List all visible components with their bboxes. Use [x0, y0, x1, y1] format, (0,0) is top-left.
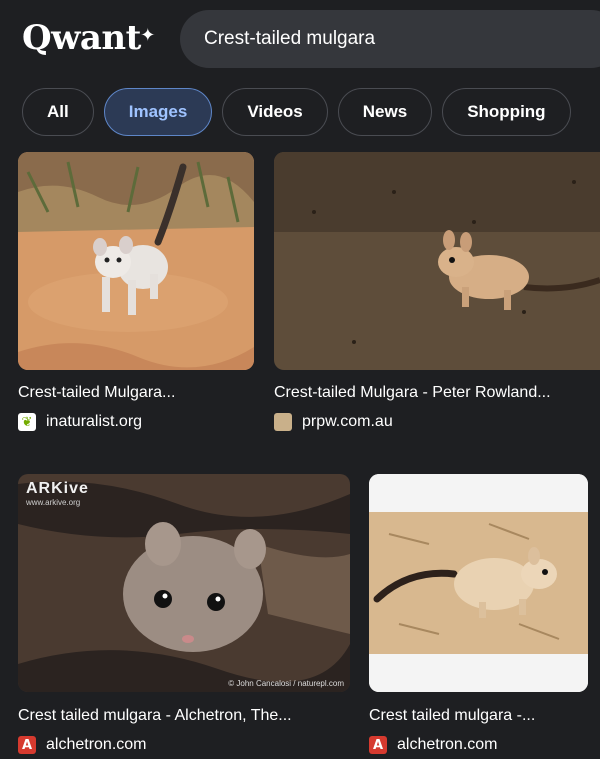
- result-source-3[interactable]: A alchetron.com: [18, 736, 147, 754]
- source-domain: alchetron.com: [46, 736, 147, 753]
- prpw-photo-icon: [274, 413, 292, 431]
- result-title-3[interactable]: Crest tailed mulgara - Alchetron, The...: [18, 707, 292, 725]
- result-source-1[interactable]: ❦ inaturalist.org: [18, 413, 142, 431]
- result-source-4[interactable]: A alchetron.com: [369, 736, 498, 754]
- result-title-1[interactable]: Crest-tailed Mulgara...: [18, 384, 175, 402]
- logo-text: Qwant: [22, 18, 141, 58]
- tab-label: Images: [128, 102, 188, 121]
- search-tabs: All Images Videos News Shopping: [22, 88, 571, 136]
- tab-images[interactable]: Images: [103, 88, 213, 136]
- image-result-3[interactable]: ARKive www.arkive.org © John Cancalosi /…: [18, 474, 350, 692]
- tab-videos[interactable]: Videos: [222, 88, 328, 136]
- sparkle-icon: ✦: [140, 25, 155, 46]
- search-query: Crest-tailed mulgara: [204, 28, 376, 49]
- tab-label: All: [47, 102, 69, 121]
- mulgara-sand-image: [369, 474, 588, 692]
- source-domain: alchetron.com: [397, 736, 498, 753]
- alchetron-a-icon: A: [369, 736, 387, 754]
- arkive-watermark: ARKive: [26, 480, 89, 497]
- image-result-2[interactable]: [274, 152, 600, 370]
- mulgara-on-sand-image: [18, 152, 254, 370]
- result-source-2[interactable]: prpw.com.au: [274, 413, 393, 431]
- top-bar: Qwant ✦ Crest-tailed mulgara: [0, 0, 600, 80]
- inaturalist-leaf-icon: ❦: [18, 413, 36, 431]
- tab-label: News: [362, 102, 408, 121]
- image-result-4[interactable]: [369, 474, 588, 692]
- tab-label: Videos: [247, 102, 303, 121]
- tab-all[interactable]: All: [22, 88, 94, 136]
- image-result-1[interactable]: [18, 152, 254, 370]
- tab-label: Shopping: [467, 102, 546, 121]
- result-title-4[interactable]: Crest tailed mulgara -...: [369, 707, 535, 725]
- source-domain: prpw.com.au: [302, 413, 393, 430]
- mulgara-at-night-image: [274, 152, 600, 370]
- qwant-logo[interactable]: Qwant ✦: [22, 18, 155, 58]
- arkive-url: www.arkive.org: [26, 498, 81, 507]
- photo-credit: © John Cancalosi / naturepl.com: [228, 679, 344, 688]
- source-domain: inaturalist.org: [46, 413, 143, 430]
- alchetron-a-icon: A: [18, 736, 36, 754]
- search-input[interactable]: Crest-tailed mulgara: [180, 10, 600, 68]
- tab-news[interactable]: News: [337, 88, 433, 136]
- tab-shopping[interactable]: Shopping: [442, 88, 571, 136]
- result-title-2[interactable]: Crest-tailed Mulgara - Peter Rowland...: [274, 384, 551, 402]
